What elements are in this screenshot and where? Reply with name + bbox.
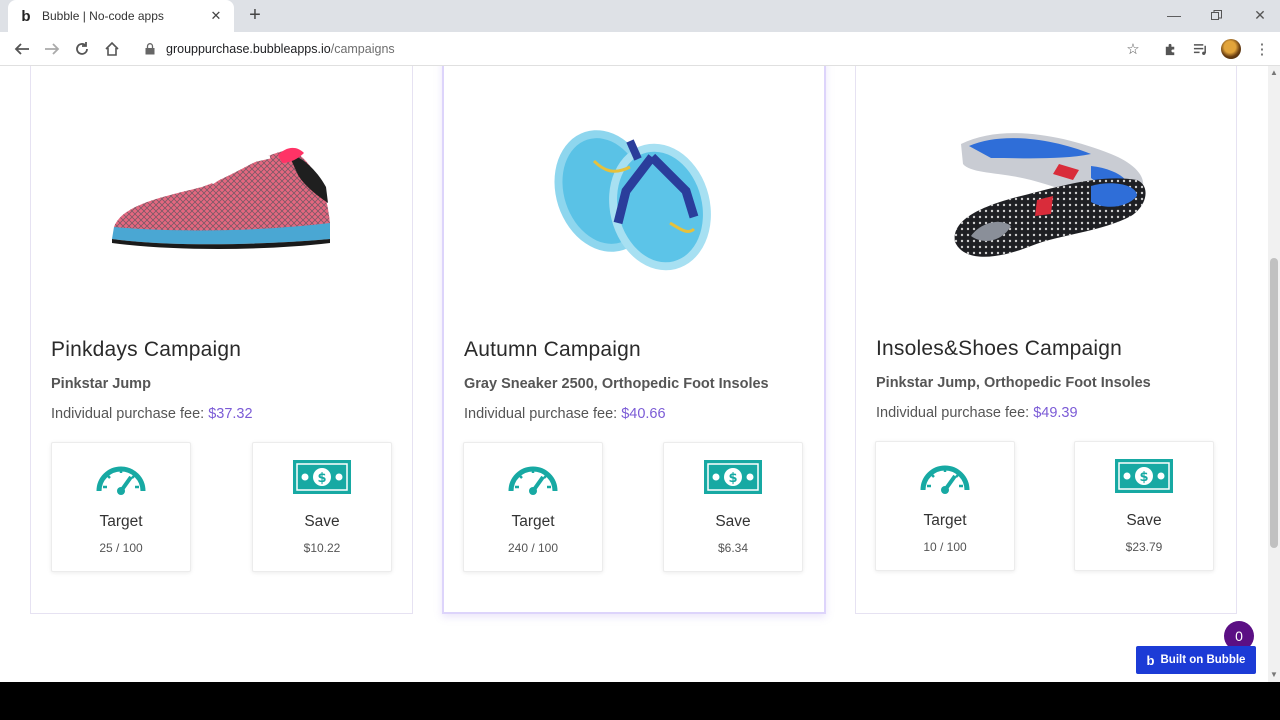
minimize-icon[interactable]: —: [1154, 0, 1194, 30]
browser-tab[interactable]: b Bubble | No-code apps ✕: [8, 0, 234, 32]
fee-line: Individual purchase fee: $40.66: [464, 406, 666, 422]
speedometer-icon: [876, 456, 1014, 496]
speedometer-icon: [464, 457, 602, 497]
lock-icon: [144, 42, 156, 56]
save-stat-box: $ Save $6.34: [663, 442, 803, 572]
scrollbar-thumb[interactable]: [1270, 258, 1278, 548]
fee-amount: $37.32: [208, 406, 253, 422]
svg-text:$: $: [728, 471, 737, 486]
fee-label: Individual purchase fee:: [464, 406, 618, 422]
money-bill-icon: $: [253, 457, 391, 497]
campaign-products: Pinkstar Jump: [51, 376, 151, 392]
pink-sneaker-image: [31, 104, 412, 294]
target-label: Target: [923, 512, 967, 529]
save-stat-box: $ Save $10.22: [252, 442, 392, 572]
campaign-card-autumn[interactable]: Autumn Campaign Gray Sneaker 2500, Ortho…: [442, 66, 826, 614]
scroll-down-arrow-icon[interactable]: ▼: [1268, 670, 1280, 680]
new-tab-icon[interactable]: +: [244, 5, 266, 27]
back-arrow-icon[interactable]: [10, 37, 34, 61]
page-scrollbar[interactable]: ▲ ▼: [1268, 66, 1280, 682]
restore-icon[interactable]: [1196, 0, 1236, 30]
campaign-title: Pinkdays Campaign: [51, 338, 242, 361]
close-window-icon[interactable]: ✕: [1240, 0, 1280, 30]
url-text: grouppurchase.bubbleapps.io/campaigns: [166, 42, 395, 56]
svg-text:$: $: [317, 471, 326, 486]
speedometer-icon: [52, 457, 190, 497]
target-label: Target: [99, 513, 143, 530]
target-value: 25 / 100: [99, 541, 143, 555]
flip-flops-image: [444, 104, 824, 294]
save-value: $10.22: [303, 541, 341, 555]
campaign-card-pinkdays[interactable]: Pinkdays Campaign Pinkstar Jump Individu…: [30, 66, 413, 614]
insoles-image: [856, 104, 1236, 294]
campaign-card-insoles-shoes[interactable]: Insoles&Shoes Campaign Pinkstar Jump, Or…: [855, 66, 1237, 614]
bubble-favicon-icon: b: [21, 7, 31, 25]
home-icon[interactable]: [100, 37, 124, 61]
built-on-bubble-button[interactable]: b Built on Bubble: [1136, 646, 1256, 674]
svg-text:$: $: [1139, 470, 1148, 485]
close-tab-icon[interactable]: ✕: [208, 8, 224, 24]
profile-avatar[interactable]: [1219, 37, 1243, 61]
tab-title: Bubble | No-code apps: [42, 9, 164, 23]
bubble-logo-icon: b: [1146, 652, 1155, 668]
target-stat-box: Target 10 / 100: [875, 441, 1015, 571]
fee-label: Individual purchase fee:: [876, 405, 1030, 421]
campaign-products: Gray Sneaker 2500, Orthopedic Foot Insol…: [464, 376, 769, 392]
fee-line: Individual purchase fee: $49.39: [876, 405, 1078, 421]
target-value: 10 / 100: [923, 540, 967, 554]
target-label: Target: [511, 513, 555, 530]
target-stat-box: Target 240 / 100: [463, 442, 603, 572]
campaign-title: Autumn Campaign: [464, 338, 641, 361]
fee-line: Individual purchase fee: $37.32: [51, 406, 253, 422]
campaign-title: Insoles&Shoes Campaign: [876, 337, 1123, 360]
target-stat-box: Target 25 / 100: [51, 442, 191, 572]
money-bill-icon: $: [1075, 456, 1213, 496]
browser-toolbar: grouppurchase.bubbleapps.io/campaigns ☆ …: [0, 32, 1280, 66]
save-label: Save: [1126, 512, 1162, 529]
extensions-puzzle-icon[interactable]: [1158, 37, 1182, 61]
fee-label: Individual purchase fee:: [51, 406, 205, 422]
scroll-up-arrow-icon[interactable]: ▲: [1268, 68, 1280, 78]
bookmark-star-icon[interactable]: ☆: [1121, 37, 1145, 61]
reload-icon[interactable]: [70, 37, 94, 61]
save-value: $23.79: [1125, 540, 1163, 554]
save-value: $6.34: [717, 541, 749, 555]
save-stat-box: $ Save $23.79: [1074, 441, 1214, 571]
letterbox-bar: [0, 682, 1280, 720]
save-label: Save: [304, 513, 340, 530]
money-bill-icon: $: [664, 457, 802, 497]
built-on-bubble-label: Built on Bubble: [1160, 654, 1246, 666]
campaign-products: Pinkstar Jump, Orthopedic Foot Insoles: [876, 375, 1151, 391]
tab-strip: b Bubble | No-code apps ✕ + — ✕: [0, 0, 1280, 32]
media-queue-icon[interactable]: [1188, 37, 1212, 61]
target-value: 240 / 100: [507, 541, 559, 555]
forward-arrow-icon[interactable]: [40, 37, 64, 61]
address-bar[interactable]: grouppurchase.bubbleapps.io/campaigns: [134, 35, 1150, 63]
browser-menu-icon[interactable]: ⋮: [1250, 37, 1274, 61]
page-viewport: Pinkdays Campaign Pinkstar Jump Individu…: [0, 66, 1268, 682]
fee-amount: $49.39: [1033, 405, 1078, 421]
save-label: Save: [715, 513, 751, 530]
fee-amount: $40.66: [621, 406, 666, 422]
